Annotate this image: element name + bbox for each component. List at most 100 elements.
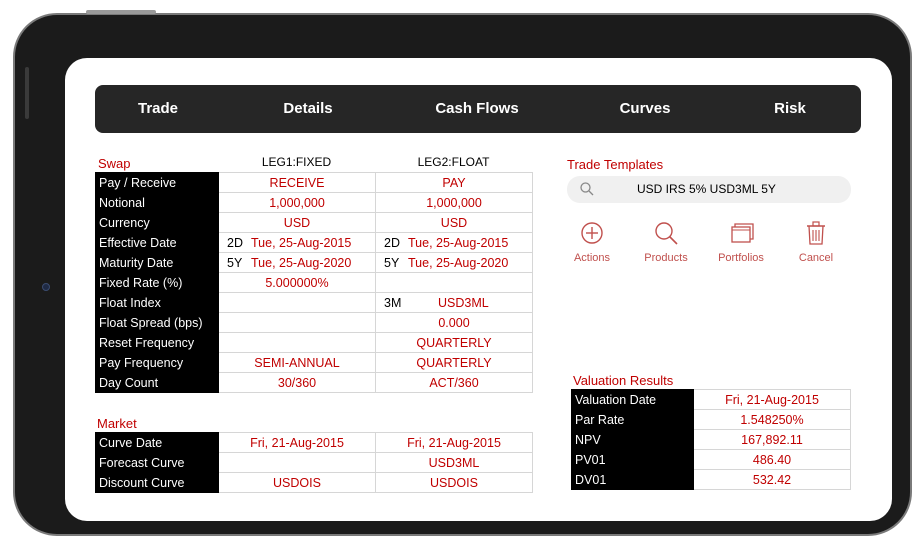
row-label: PV01 — [571, 449, 694, 470]
leg2-reset-frequency[interactable]: QUARTERLY — [375, 332, 533, 353]
dv01-value: 532.42 — [693, 469, 851, 490]
leg2-curve-date[interactable]: Fri, 21-Aug-2015 — [375, 432, 533, 453]
row-label: Valuation Date — [571, 389, 694, 410]
leg1-effective-date[interactable]: 2D Tue, 25-Aug-2015 — [218, 232, 376, 253]
leg2-effective-date[interactable]: 2D Tue, 25-Aug-2015 — [375, 232, 533, 253]
leg1-curve-date[interactable]: Fri, 21-Aug-2015 — [218, 432, 376, 453]
portfolios-label: Portfolios — [718, 252, 764, 264]
row-label: Forecast Curve — [95, 452, 219, 473]
date-value: Tue, 25-Aug-2020 — [251, 255, 352, 270]
table-row: PV01 486.40 — [571, 449, 851, 470]
tenor-prefix: 2D — [384, 235, 400, 250]
table-row: Float Index 3M USD3ML — [95, 292, 533, 313]
leg1-notional[interactable]: 1,000,000 — [218, 192, 376, 213]
row-label: Day Count — [95, 372, 219, 393]
search-icon — [655, 222, 678, 245]
row-label: Float Index — [95, 292, 219, 313]
leg2-pay-receive[interactable]: PAY — [375, 172, 533, 193]
row-label: Reset Frequency — [95, 332, 219, 353]
index-value: USD3ML — [438, 295, 489, 310]
leg2-discount-curve[interactable]: USDOIS — [375, 472, 533, 493]
table-row: Par Rate 1.548250% — [571, 409, 851, 430]
row-label: Discount Curve — [95, 472, 219, 493]
tab-trade[interactable]: Trade — [138, 85, 178, 133]
row-label: Pay Frequency — [95, 352, 219, 373]
valuation-date-value[interactable]: Fri, 21-Aug-2015 — [693, 389, 851, 410]
leg2-day-count[interactable]: ACT/360 — [375, 372, 533, 393]
leg1-pay-frequency[interactable]: SEMI-ANNUAL — [218, 352, 376, 373]
leg1-float-index — [218, 292, 376, 313]
leg1-reset-frequency — [218, 332, 376, 353]
tab-details[interactable]: Details — [283, 85, 332, 133]
tab-risk[interactable]: Risk — [774, 85, 806, 133]
leg1-fixed-rate[interactable]: 5.000000% — [218, 272, 376, 293]
market-title: Market — [97, 416, 137, 431]
top-button — [86, 10, 156, 14]
row-label: Maturity Date — [95, 252, 219, 273]
leg2-currency[interactable]: USD — [375, 212, 533, 233]
date-value: Tue, 25-Aug-2015 — [251, 235, 352, 250]
row-label: Currency — [95, 212, 219, 233]
tenor-prefix: 5Y — [227, 255, 243, 270]
table-row: Curve Date Fri, 21-Aug-2015 Fri, 21-Aug-… — [95, 432, 533, 453]
leg2-forecast-curve[interactable]: USD3ML — [375, 452, 533, 473]
tab-curves[interactable]: Curves — [620, 85, 671, 133]
portfolios-button[interactable]: Portfolios — [711, 220, 771, 264]
row-label: Float Spread (bps) — [95, 312, 219, 333]
row-label: Curve Date — [95, 432, 219, 453]
windows-icon — [731, 223, 754, 243]
par-rate-value: 1.548250% — [693, 409, 851, 430]
leg2-float-spread[interactable]: 0.000 — [375, 312, 533, 333]
cancel-button[interactable]: Cancel — [786, 220, 846, 264]
cancel-label: Cancel — [798, 252, 834, 264]
tenor-prefix: 3M — [384, 295, 402, 310]
table-row: NPV 167,892.11 — [571, 429, 851, 450]
row-label: NPV — [571, 429, 694, 450]
products-button[interactable]: Products — [636, 220, 696, 264]
leg1-currency[interactable]: USD — [218, 212, 376, 233]
pv01-value: 486.40 — [693, 449, 851, 470]
template-search-input[interactable]: USD IRS 5% USD3ML 5Y — [567, 176, 851, 203]
table-row: Pay Frequency SEMI-ANNUAL QUARTERLY — [95, 352, 533, 373]
tablet-frame: Trade Details Cash Flows Curves Risk Swa… — [13, 13, 912, 536]
leg1-pay-receive[interactable]: RECEIVE — [218, 172, 376, 193]
leg2-notional[interactable]: 1,000,000 — [375, 192, 533, 213]
table-row: Valuation Date Fri, 21-Aug-2015 — [571, 389, 851, 410]
tenor-prefix: 2D — [227, 235, 243, 250]
leg2-pay-frequency[interactable]: QUARTERLY — [375, 352, 533, 373]
table-row: Currency USD USD — [95, 212, 533, 233]
npv-value: 167,892.11 — [693, 429, 851, 450]
tab-cash-flows[interactable]: Cash Flows — [435, 85, 518, 133]
leg1-float-spread — [218, 312, 376, 333]
leg1-maturity-date[interactable]: 5Y Tue, 25-Aug-2020 — [218, 252, 376, 273]
actions-button[interactable]: Actions — [562, 220, 622, 264]
leg1-day-count[interactable]: 30/360 — [218, 372, 376, 393]
table-row: Effective Date 2D Tue, 25-Aug-2015 2D Tue,… — [95, 232, 533, 253]
table-row: DV01 532.42 — [571, 469, 851, 490]
table-row: Forecast Curve USD3ML — [95, 452, 533, 473]
table-row: Float Spread (bps) 0.000 — [95, 312, 533, 333]
screen: Trade Details Cash Flows Curves Risk Swa… — [65, 58, 892, 521]
swap-table: Pay / Receive RECEIVE PAY Notional 1,000… — [95, 172, 533, 393]
date-value: Tue, 25-Aug-2015 — [408, 235, 509, 250]
leg2-header: LEG2:FLOAT — [417, 155, 490, 169]
products-label: Products — [644, 252, 688, 264]
table-row: Pay / Receive RECEIVE PAY — [95, 172, 533, 193]
row-label: DV01 — [571, 469, 694, 490]
leg1-discount-curve[interactable]: USDOIS — [218, 472, 376, 493]
nav-bar: Trade Details Cash Flows Curves Risk — [95, 85, 861, 133]
side-button — [25, 67, 29, 119]
table-row: Reset Frequency QUARTERLY — [95, 332, 533, 353]
actions-label: Actions — [573, 252, 611, 264]
camera-icon — [42, 283, 50, 291]
search-icon — [580, 182, 594, 196]
leg2-float-index[interactable]: 3M USD3ML — [375, 292, 533, 313]
leg1-forecast-curve — [218, 452, 376, 473]
row-label: Notional — [95, 192, 219, 213]
swap-title: Swap — [98, 156, 131, 171]
valuation-title: Valuation Results — [573, 373, 674, 388]
leg2-maturity-date[interactable]: 5Y Tue, 25-Aug-2020 — [375, 252, 533, 273]
search-value: USD IRS 5% USD3ML 5Y — [637, 182, 776, 196]
date-value: Tue, 25-Aug-2020 — [408, 255, 509, 270]
row-label: Effective Date — [95, 232, 219, 253]
